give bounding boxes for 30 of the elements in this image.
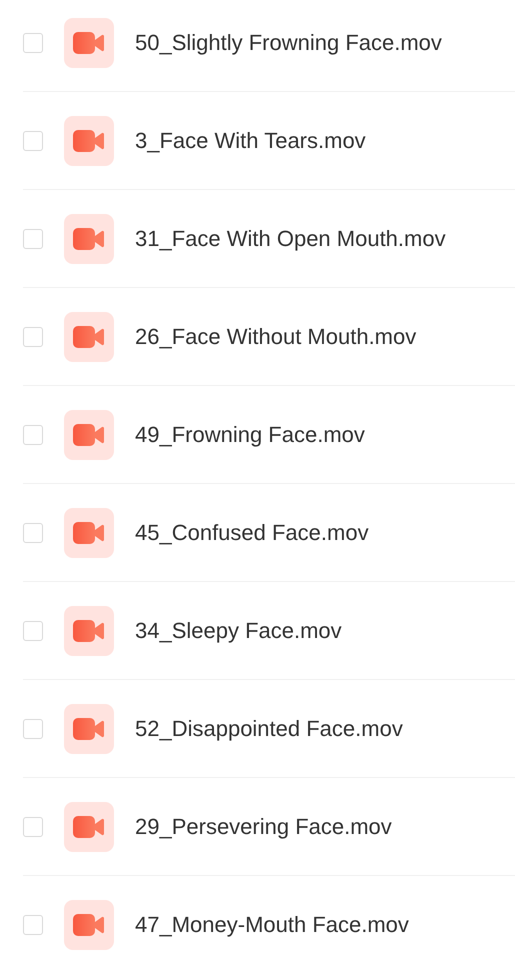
video-file-icon [64,508,114,558]
video-file-icon [64,18,114,68]
checkbox[interactable] [23,620,43,640]
video-file-icon [64,116,114,166]
file-name[interactable]: 34_Sleepy Face.mov [135,618,342,644]
checkbox[interactable] [23,718,43,738]
checkbox[interactable] [23,32,43,52]
checkbox[interactable] [23,326,43,346]
checkbox[interactable] [23,228,43,248]
video-file-icon [64,606,114,656]
video-file-icon [64,802,114,852]
checkbox[interactable] [23,816,43,836]
file-name[interactable]: 47_Money-Mouth Face.mov [135,912,409,938]
video-file-icon [64,410,114,460]
file-name[interactable]: 29_Persevering Face.mov [135,814,392,840]
file-name[interactable]: 26_Face Without Mouth.mov [135,324,416,350]
video-file-icon [64,704,114,754]
checkbox[interactable] [23,130,43,150]
file-name[interactable]: 3_Face With Tears.mov [135,128,366,154]
video-file-icon [64,312,114,362]
checkbox[interactable] [23,914,43,934]
file-name[interactable]: 45_Confused Face.mov [135,520,369,546]
file-name[interactable]: 49_Frowning Face.mov [135,422,365,448]
video-file-icon [64,900,114,950]
checkbox[interactable] [23,522,43,542]
file-name[interactable]: 50_Slightly Frowning Face.mov [135,30,442,56]
file-name[interactable]: 52_Disappointed Face.mov [135,716,403,742]
checkbox[interactable] [23,424,43,444]
file-name[interactable]: 31_Face With Open Mouth.mov [135,226,446,252]
video-file-icon [64,214,114,264]
